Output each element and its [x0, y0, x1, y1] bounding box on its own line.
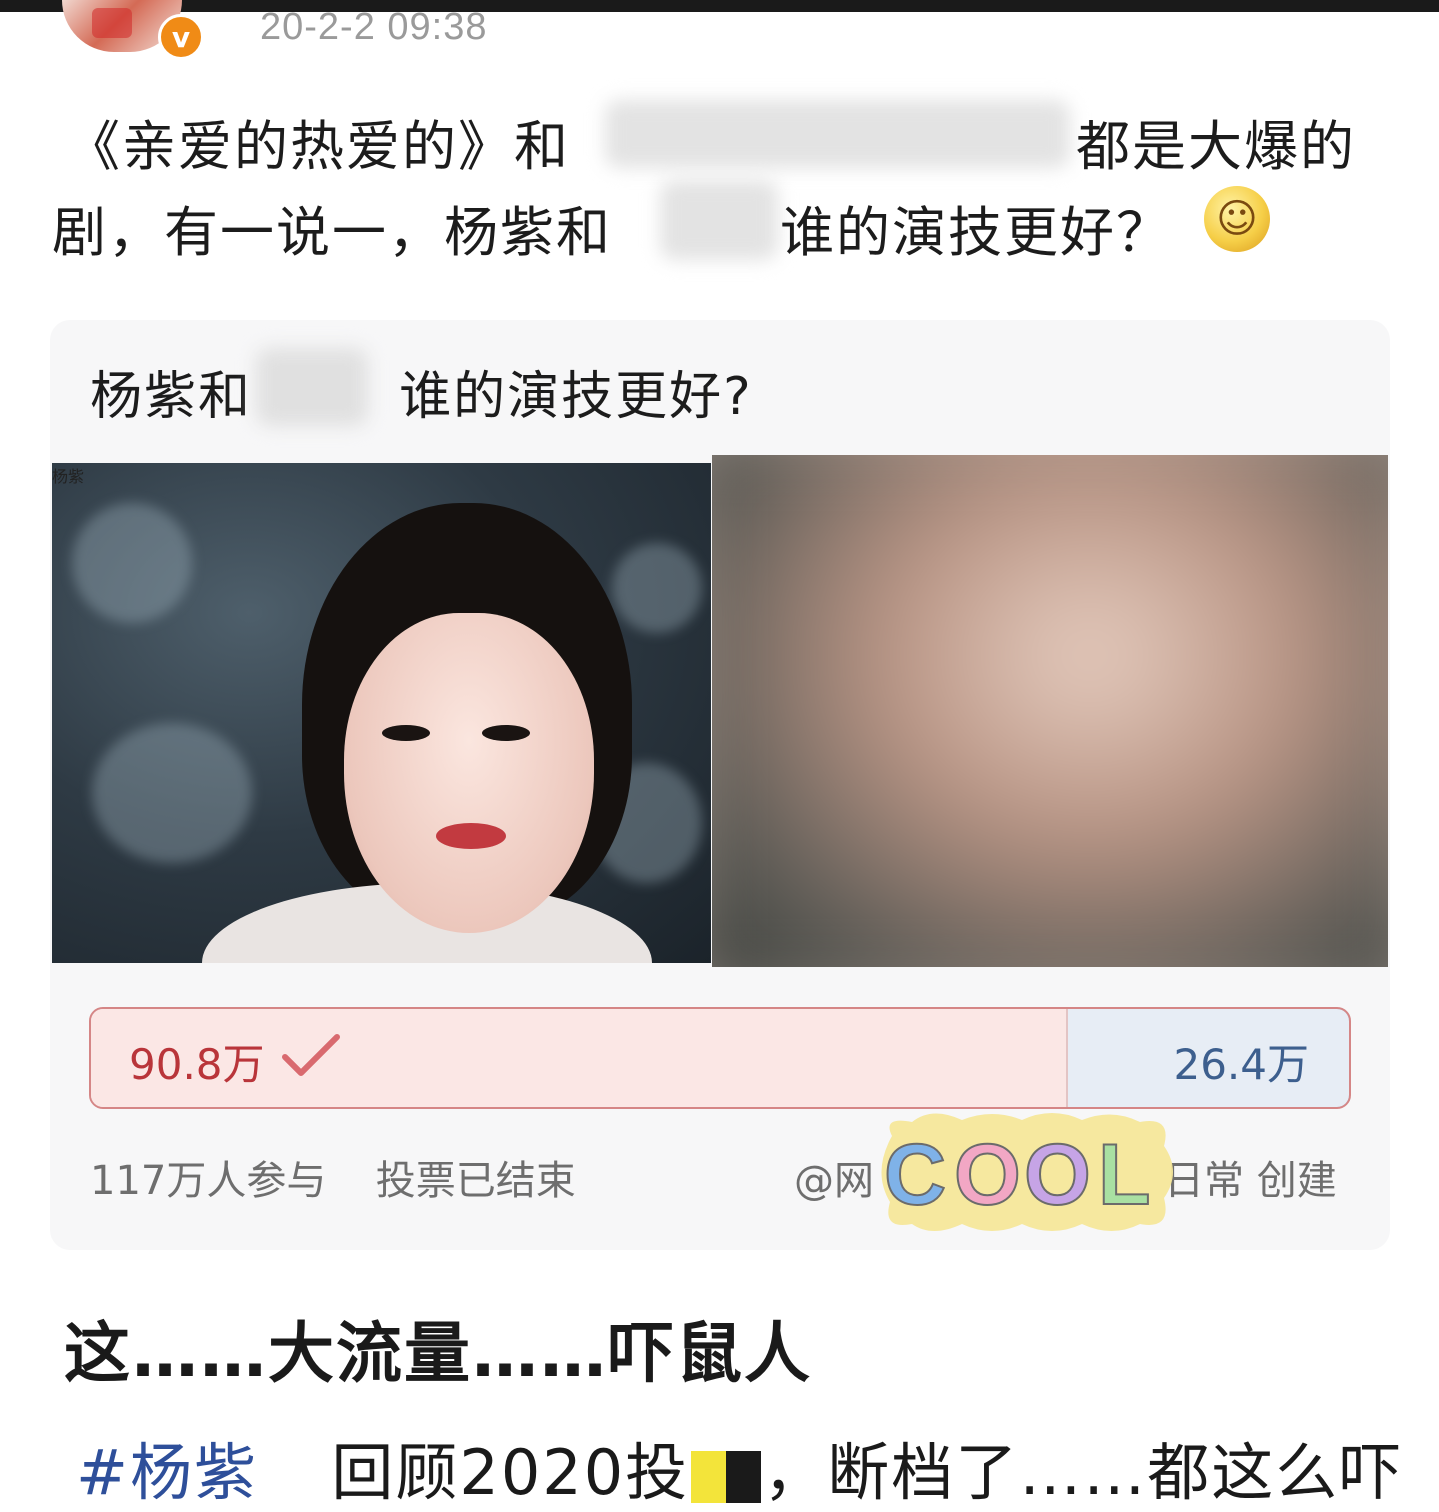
post-text-line2-end: 谁的演技更好？ [780, 201, 1172, 264]
verified-badge-icon: v [158, 14, 204, 60]
sticker-letter: O [1024, 1127, 1091, 1223]
poll-participants: 117万人参与 投票已结束 [90, 1148, 576, 1206]
post-timestamp: 20-2-2 09:38 [260, 6, 488, 48]
redacted-block [605, 100, 1070, 168]
post-text-line1-end: 都是大爆的 [1076, 115, 1356, 178]
tagline-text-b: ，断档了……都这么吓 [763, 1436, 1404, 1509]
poll-option-left-caption: 杨紫 [52, 467, 85, 486]
poll-question: 杨紫和 谁的演技更好? [90, 354, 753, 429]
redacted-block [256, 348, 368, 426]
poll-creator-prefix[interactable]: @网 [794, 1148, 874, 1206]
top-status-bar [0, 0, 1439, 12]
poll-question-start: 杨紫和 [90, 367, 253, 427]
poll-creator-suffix: 日常 创建 [1164, 1158, 1337, 1204]
thinking-face-icon: ☺ [1204, 186, 1270, 252]
check-icon [282, 1034, 340, 1076]
sticker-letter: O [954, 1127, 1021, 1223]
tagline-text-a: 回顾2020投 [331, 1436, 690, 1509]
post-text-line1-start: 《亲爱的热爱的》和 [66, 115, 570, 178]
poll-left-votes: 90.8万 [129, 1040, 265, 1089]
post-text-line2-start: 剧，有一说一，杨紫和 [52, 201, 612, 264]
comment-text: 这……大流量……吓鼠人 [64, 1315, 812, 1392]
cool-sticker: C O O L [881, 1113, 1173, 1231]
poll-status: 投票已结束 [375, 1158, 576, 1204]
poll-question-end: 谁的演技更好? [399, 367, 753, 427]
sticker-letter: C [884, 1127, 946, 1223]
hashtag-link[interactable]: #杨紫 [76, 1436, 258, 1509]
inline-image-icon [691, 1450, 762, 1503]
redacted-block [660, 180, 778, 260]
poll-result-bar: 90.8万 26.4万 [89, 1007, 1351, 1109]
poll-right-votes: 26.4万 [1173, 1040, 1309, 1089]
poll-option-left-image[interactable] [52, 463, 711, 963]
poll-option-right-image-blurred[interactable] [712, 455, 1388, 967]
tagline: #杨紫 回顾2020投 ，断档了……都这么吓 [76, 1422, 1403, 1512]
sticker-letter: L [1098, 1127, 1151, 1223]
poll-participants-count: 117万人参与 [90, 1158, 327, 1204]
